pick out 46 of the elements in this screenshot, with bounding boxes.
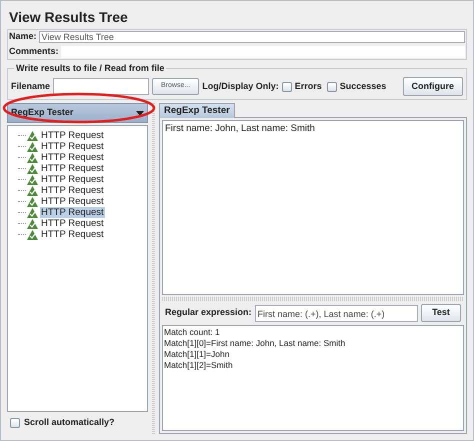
tab[interactable]: RegExp Tester <box>159 103 235 118</box>
tree-item[interactable]: HTTP Request <box>40 185 105 196</box>
configure-button[interactable]: Configure <box>402 77 463 96</box>
tree-item[interactable]: HTTP Request <box>40 229 105 240</box>
success-icon <box>27 186 38 196</box>
field-label: Name: <box>9 30 37 44</box>
input-field[interactable]: View Results Tree <box>38 31 465 43</box>
test-button[interactable]: Test <box>421 304 461 322</box>
success-icon <box>27 130 38 140</box>
tree-item[interactable]: HTTP Request <box>40 174 105 185</box>
tree-item[interactable]: HTTP Request <box>40 207 105 218</box>
field-label: Log/Display Only: <box>202 80 279 93</box>
success-icon <box>27 208 38 218</box>
result-line: Match count: 1 <box>164 327 221 338</box>
tree-item[interactable]: HTTP Request <box>40 196 105 207</box>
success-icon <box>27 196 38 206</box>
result-line: Match[1][2]=Smith <box>164 360 234 371</box>
success-icon <box>27 152 38 162</box>
dropdown-arrow-icon[interactable] <box>136 110 144 116</box>
field-label: Comments: <box>9 45 59 58</box>
field-label: Regular expression: <box>165 306 252 320</box>
checkbox-label: Successes <box>340 80 386 93</box>
tree-item[interactable]: HTTP Request <box>40 141 105 152</box>
checkbox[interactable] <box>326 82 337 92</box>
success-icon <box>27 230 38 240</box>
input-field[interactable]: First name: (.+), Last name: (.+) <box>254 304 418 322</box>
field-label: Filename <box>11 80 50 93</box>
tree-item[interactable]: HTTP Request <box>40 163 105 174</box>
response-text: First name: John, Last name: Smith <box>165 122 316 136</box>
checkbox[interactable] <box>10 418 20 428</box>
tree-item[interactable]: HTTP Request <box>40 218 105 229</box>
checkbox-label: Errors <box>294 80 322 93</box>
tree-item[interactable]: HTTP Request <box>40 152 105 163</box>
panel-title: View Results Tree <box>8 8 129 27</box>
result-line: Match[1][0]=First name: John, Last name: Smith <box>164 338 346 349</box>
dropdown-value: RegExp Tester <box>11 106 74 120</box>
result-line: Match[1][1]=John <box>164 349 230 360</box>
success-icon <box>27 218 38 228</box>
tree-item[interactable]: HTTP Request <box>40 130 105 141</box>
input-field[interactable] <box>53 78 150 95</box>
checkbox-label: Scroll automatically? <box>24 416 115 430</box>
success-icon <box>27 174 38 184</box>
checkbox[interactable] <box>282 82 292 92</box>
input-field[interactable] <box>60 46 465 58</box>
success-icon <box>27 142 38 152</box>
success-icon <box>27 164 38 174</box>
